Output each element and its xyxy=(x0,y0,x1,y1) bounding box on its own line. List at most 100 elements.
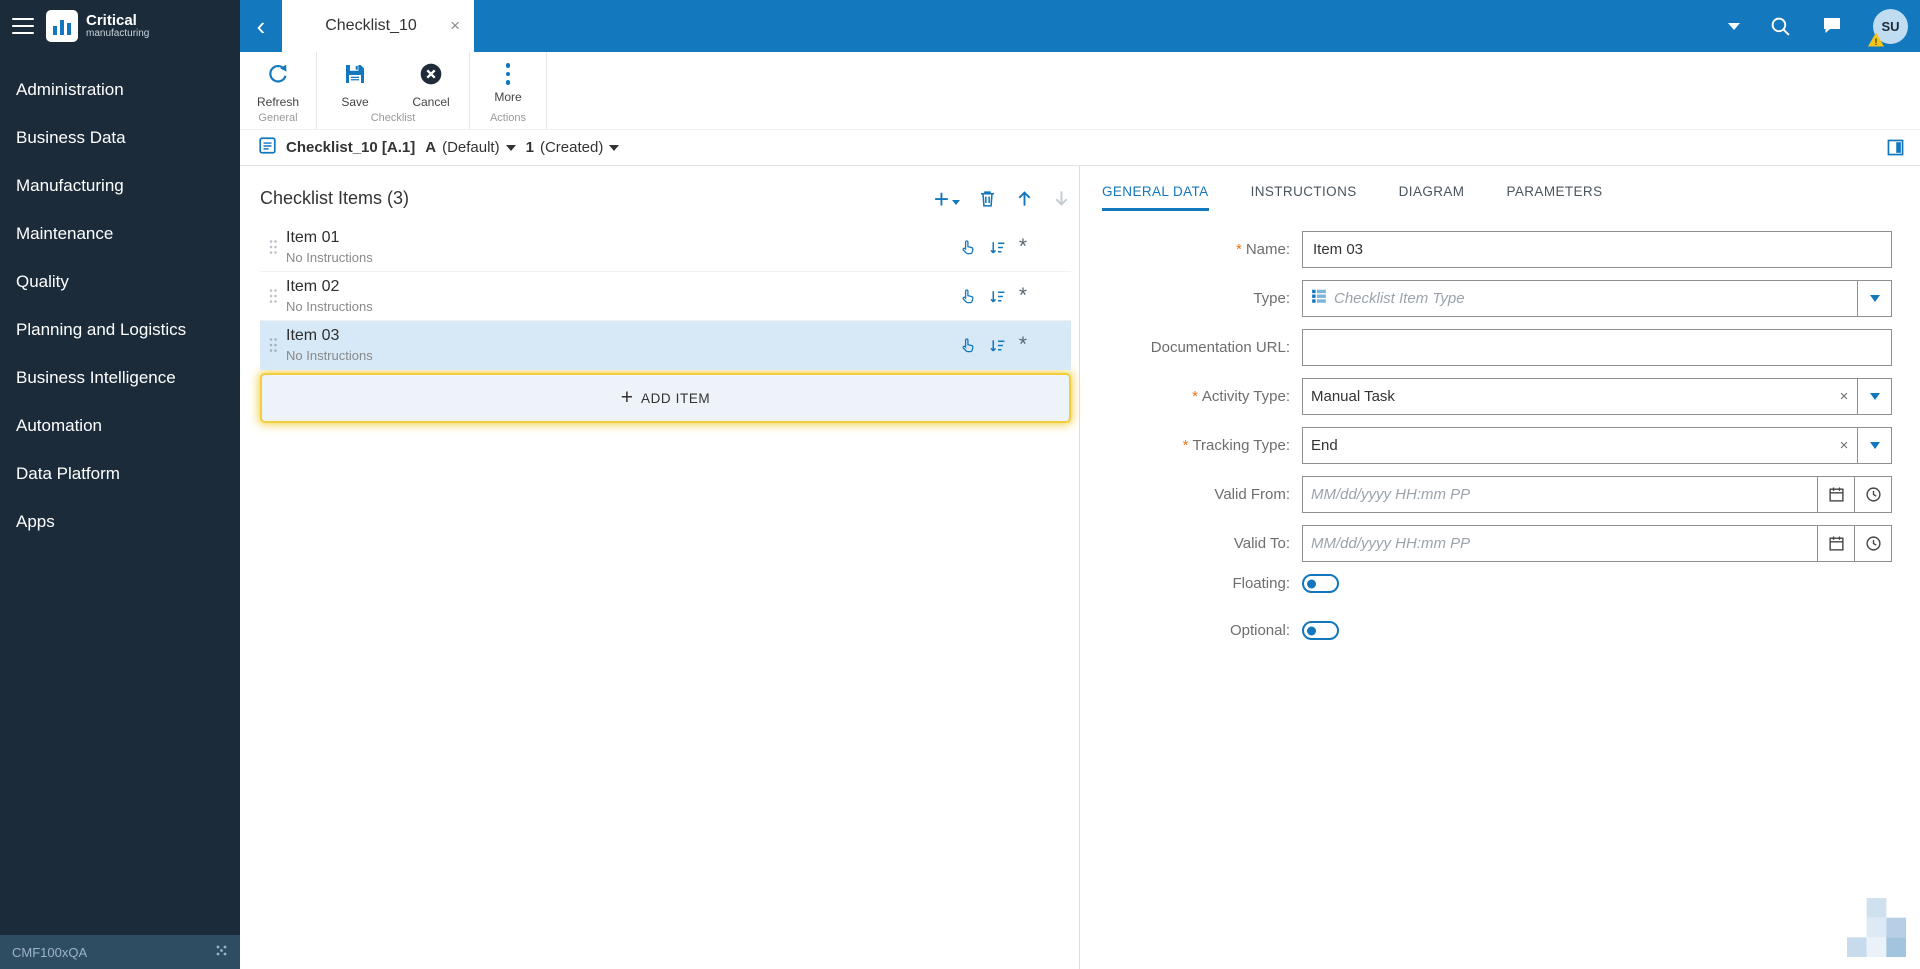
tab-parameters[interactable]: PARAMETERS xyxy=(1506,184,1602,211)
more-button[interactable]: More xyxy=(480,58,536,109)
tracking-type-input[interactable] xyxy=(1311,437,1823,454)
environment-bar[interactable]: CMF100xQA xyxy=(0,935,240,969)
documentation-url-input[interactable] xyxy=(1302,329,1892,366)
valid-from-clock-button[interactable] xyxy=(1854,477,1891,512)
version-chevron-down-icon xyxy=(505,144,516,151)
sidebar-item-business-intelligence[interactable]: Business Intelligence xyxy=(0,354,240,402)
tab-diagram[interactable]: DIAGRAM xyxy=(1399,184,1465,211)
cancel-label: Cancel xyxy=(412,95,450,109)
sidebar-item-data-platform[interactable]: Data Platform xyxy=(0,450,240,498)
add-item-menu-button[interactable]: + xyxy=(933,183,960,214)
sidebar-item-quality[interactable]: Quality xyxy=(0,258,240,306)
drag-handle-icon[interactable] xyxy=(268,288,278,305)
item-row-icons: * xyxy=(959,285,1071,306)
item-row-icons: * xyxy=(959,334,1071,355)
environment-status-icon xyxy=(215,944,228,960)
sidebar-item-apps[interactable]: Apps xyxy=(0,498,240,546)
hand-icon[interactable] xyxy=(959,239,976,256)
refresh-button[interactable]: Refresh xyxy=(250,58,306,109)
sidebar-item-manufacturing[interactable]: Manufacturing xyxy=(0,162,240,210)
refresh-label: Refresh xyxy=(256,95,300,109)
save-button[interactable]: Save xyxy=(327,58,383,109)
chevron-down-icon xyxy=(1869,295,1880,302)
optional-toggle[interactable] xyxy=(1302,621,1339,640)
valid-to-clock-button[interactable] xyxy=(1854,526,1891,561)
sidebar-item-business-data[interactable]: Business Data xyxy=(0,114,240,162)
toolbar-group-checklist-label: Checklist xyxy=(370,112,416,124)
checklist-item-row-2[interactable]: Item 02 No Instructions * xyxy=(260,272,1071,321)
instructions-icon[interactable] xyxy=(989,288,1006,305)
tab-general-data[interactable]: GENERAL DATA xyxy=(1102,184,1209,211)
version-selector[interactable]: A (Default) xyxy=(425,139,516,156)
chevron-down-icon xyxy=(1869,442,1880,449)
open-side-panel-button[interactable] xyxy=(1887,139,1904,156)
required-marker: * xyxy=(1192,388,1198,405)
checklist-items-title: Checklist Items (3) xyxy=(260,188,410,208)
asterisk-icon[interactable]: * xyxy=(1019,236,1027,257)
topbar: ‹ Checklist_10 × SU ! xyxy=(240,0,1920,52)
name-input[interactable] xyxy=(1302,231,1892,268)
valid-from-input[interactable] xyxy=(1311,486,1809,503)
cancel-button[interactable]: Cancel xyxy=(403,58,459,109)
instructions-icon[interactable] xyxy=(989,337,1006,354)
asterisk-icon[interactable]: * xyxy=(1019,334,1027,355)
hand-icon[interactable] xyxy=(959,337,976,354)
back-button[interactable]: ‹ xyxy=(240,2,282,50)
valid-from-calendar-button[interactable] xyxy=(1817,477,1854,512)
checklist-item-row-3-selected[interactable]: Item 03 No Instructions * xyxy=(260,321,1071,370)
valid-to-calendar-button[interactable] xyxy=(1817,526,1854,561)
clock-icon xyxy=(1865,487,1881,502)
type-input[interactable] xyxy=(1334,290,1849,307)
item-title: Item 01 xyxy=(286,229,340,246)
activity-type-clear-button[interactable]: × xyxy=(1831,379,1857,414)
more-label: More xyxy=(494,90,522,104)
version-qualifier: (Default) xyxy=(442,139,500,156)
documentation-url-field-row: Documentation URL: xyxy=(1102,329,1920,366)
optional-field-row: Optional: xyxy=(1102,621,1920,640)
activity-type-input[interactable] xyxy=(1311,388,1823,405)
move-down-button[interactable] xyxy=(1052,189,1071,208)
delete-item-button[interactable] xyxy=(978,189,997,208)
add-item-label: ADD ITEM xyxy=(640,390,711,406)
sidebar-item-maintenance[interactable]: Maintenance xyxy=(0,210,240,258)
valid-to-input[interactable] xyxy=(1311,535,1809,552)
logo-subtitle: manufacturing xyxy=(86,28,150,40)
menu-icon[interactable] xyxy=(12,18,34,34)
logo-text: Critical manufacturing xyxy=(86,12,150,40)
drag-handle-icon[interactable] xyxy=(268,239,278,256)
tracking-type-dropdown-button[interactable] xyxy=(1857,428,1891,463)
tracking-type-clear-button[interactable]: × xyxy=(1831,428,1857,463)
tab-title: Checklist_10 xyxy=(325,17,417,34)
instructions-icon[interactable] xyxy=(989,239,1006,256)
tab-close-icon[interactable]: × xyxy=(446,16,464,36)
chevron-down-icon xyxy=(1869,393,1880,400)
checklist-item-row-1[interactable]: Item 01 No Instructions * xyxy=(260,223,1071,272)
item-texts: Item 02 No Instructions xyxy=(286,278,373,314)
move-up-button[interactable] xyxy=(1015,189,1034,208)
plus-icon: + xyxy=(933,183,949,214)
required-marker: * xyxy=(1235,241,1242,258)
add-item-button[interactable]: + ADD ITEM xyxy=(260,373,1071,423)
tracking-type-label: * Tracking Type: xyxy=(1182,437,1290,454)
asterisk-icon[interactable]: * xyxy=(1019,285,1027,306)
sidebar-item-planning-and-logistics[interactable]: Planning and Logistics xyxy=(0,306,240,354)
search-icon[interactable] xyxy=(1770,16,1791,37)
tab-list-chevron-down-icon[interactable] xyxy=(1728,22,1740,30)
drag-handle-icon[interactable] xyxy=(268,337,278,354)
tab-instructions[interactable]: INSTRUCTIONS xyxy=(1251,184,1357,211)
avatar[interactable]: SU ! xyxy=(1868,8,1908,47)
floating-toggle[interactable] xyxy=(1302,574,1339,593)
sidebar-item-administration[interactable]: Administration xyxy=(0,66,240,114)
chat-icon[interactable] xyxy=(1821,15,1843,37)
valid-from-label: Valid From: xyxy=(1214,486,1290,503)
floating-label: Floating: xyxy=(1232,575,1290,592)
item-subtitle: No Instructions xyxy=(286,299,373,314)
type-dropdown-button[interactable] xyxy=(1857,281,1891,316)
trash-icon xyxy=(980,191,995,207)
floating-field-row: Floating: xyxy=(1102,574,1920,593)
activity-type-dropdown-button[interactable] xyxy=(1857,379,1891,414)
tab-checklist-10[interactable]: Checklist_10 × xyxy=(282,0,474,52)
hand-icon[interactable] xyxy=(959,288,976,305)
state-selector[interactable]: 1 (Created) xyxy=(526,139,620,156)
sidebar-item-automation[interactable]: Automation xyxy=(0,402,240,450)
